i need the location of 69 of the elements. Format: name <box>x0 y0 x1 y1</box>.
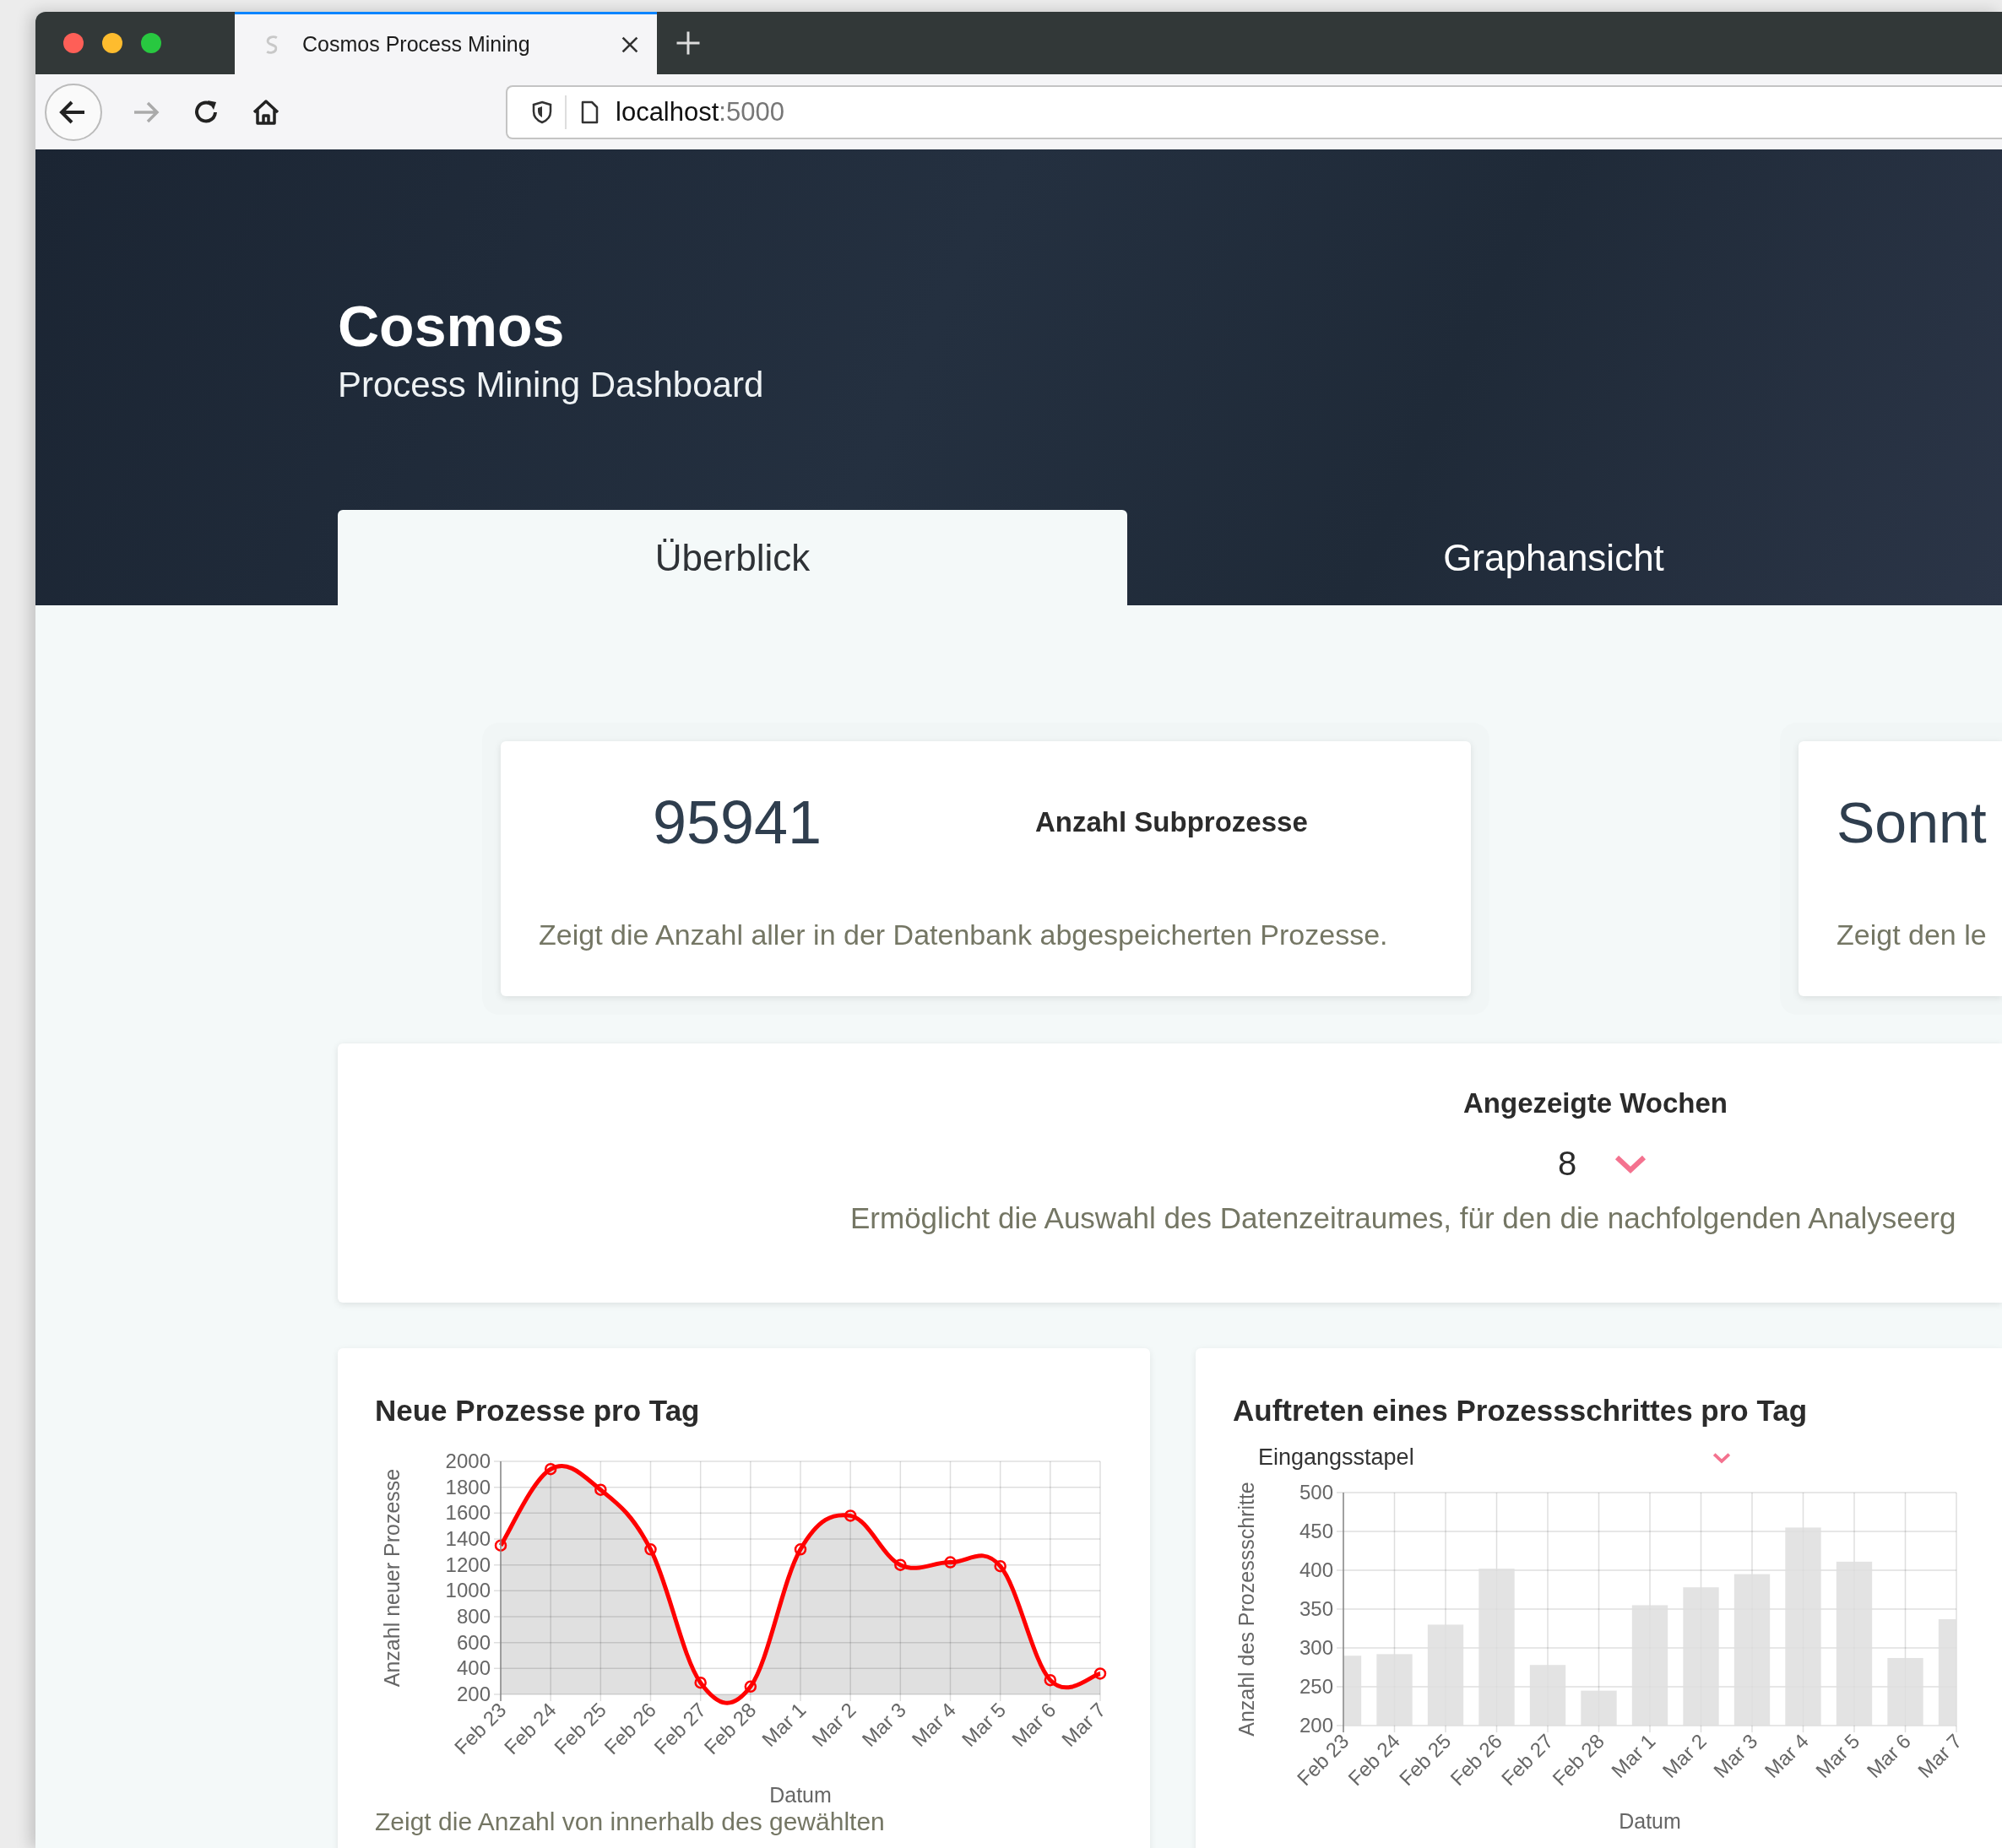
zoom-window-icon[interactable] <box>141 33 161 53</box>
axis-tick-label: 1800 <box>445 1475 491 1498</box>
filter-description: Ermöglicht die Auswahl des Datenzeitraumes, für den die nachfolgenden Analyseerg <box>850 1201 1956 1235</box>
back-icon[interactable] <box>44 82 103 142</box>
axis-tick-label: Mar 4 <box>1760 1729 1814 1782</box>
chevron-down-icon <box>1614 1153 1648 1174</box>
axis-tick-label: Mar 5 <box>1811 1729 1864 1782</box>
address-bar[interactable]: localhost:5000 <box>506 84 2002 139</box>
data-point <box>694 1676 707 1689</box>
axis-tick-label: Mar 2 <box>1657 1729 1712 1782</box>
axis-tick-label: 1000 <box>445 1579 491 1602</box>
axis-tick-label: 350 <box>1299 1597 1333 1620</box>
axis-tick-label: 2000 <box>445 1450 491 1472</box>
axis-tick-label: Mar 3 <box>1709 1729 1762 1782</box>
axis-tick-label: 250 <box>1299 1675 1333 1698</box>
axis-tick-label: 400 <box>456 1656 491 1680</box>
minimize-window-icon[interactable] <box>102 33 122 53</box>
data-point <box>994 1559 1006 1573</box>
chart-description: Zeigt die Anzahl von innerhalb des gewählten <box>375 1809 885 1834</box>
axis-tick-label: 600 <box>456 1630 491 1654</box>
bar <box>1529 1665 1566 1726</box>
data-point <box>944 1556 957 1569</box>
axis-tick-label: 1400 <box>445 1527 491 1550</box>
nav-tab[interactable]: Überblick <box>338 510 1127 605</box>
axis-tick-label: 500 <box>1299 1481 1333 1504</box>
axis-tick-label: Mar 7 <box>1913 1729 1967 1782</box>
data-point <box>644 1543 657 1556</box>
axis-title: Anzahl des Prozessschritte <box>1234 1482 1258 1737</box>
data-point <box>744 1680 757 1694</box>
data-point <box>894 1558 907 1571</box>
data-point <box>794 1543 807 1556</box>
weeks-dropdown[interactable]: 8 <box>1558 1145 1648 1183</box>
stat-label: Anzahl Subprozesse <box>1035 806 1308 838</box>
axis-title: Datum <box>769 1783 832 1807</box>
data-point <box>1093 1667 1107 1680</box>
axis-tick-label: Mar 1 <box>1607 1729 1660 1782</box>
axis-tick-label: 1200 <box>445 1553 491 1576</box>
bar <box>1581 1690 1617 1726</box>
plus-icon[interactable] <box>675 30 701 56</box>
stat-value: 95941 <box>651 788 823 857</box>
stat-description: Zeigt die Anzahl aller in der Datenbank abgespeicherten Prozesse. <box>539 919 1389 951</box>
axis-tick-label: 400 <box>1299 1558 1333 1581</box>
url-text: localhost:5000 <box>616 96 784 127</box>
axis-tick-label: 200 <box>1299 1714 1333 1737</box>
data-point <box>594 1483 607 1496</box>
browser-tab[interactable]: Cosmos Process Mining <box>235 12 657 74</box>
axis-tick-label: 1600 <box>445 1501 491 1525</box>
app-title: Cosmos <box>338 295 566 358</box>
chart-title: Neue Prozesse pro Tag <box>375 1394 700 1428</box>
data-point <box>494 1539 507 1552</box>
nav-tab[interactable]: Graphansicht <box>1127 510 1980 605</box>
filter-label: Angezeigte Wochen <box>1463 1087 1728 1119</box>
axis-tick-label: 300 <box>1299 1636 1333 1659</box>
data-point <box>544 1462 557 1476</box>
step-dropdown[interactable]: Eingangsstapel <box>1258 1444 1731 1471</box>
axis-title: Anzahl neuer Prozesse <box>380 1468 404 1688</box>
stat-value: Sonnt <box>1837 789 1987 855</box>
stat-description: Zeigt den le <box>1837 919 1988 951</box>
axis-tick-label: Mar 6 <box>1862 1729 1916 1782</box>
axis-tick-label: 450 <box>1299 1520 1333 1542</box>
axis-tick-label: 800 <box>456 1605 491 1628</box>
chart-title: Auftreten eines Prozessschrittes pro Tag <box>1233 1394 1808 1428</box>
app-subtitle: Process Mining Dashboard <box>338 364 765 405</box>
chevron-down-icon <box>1712 1451 1731 1464</box>
axis-tick-label: 200 <box>456 1683 491 1705</box>
close-window-icon[interactable] <box>63 33 84 53</box>
axis-title: Datum <box>1619 1809 1681 1833</box>
data-point <box>844 1509 857 1522</box>
data-point <box>1044 1673 1057 1687</box>
